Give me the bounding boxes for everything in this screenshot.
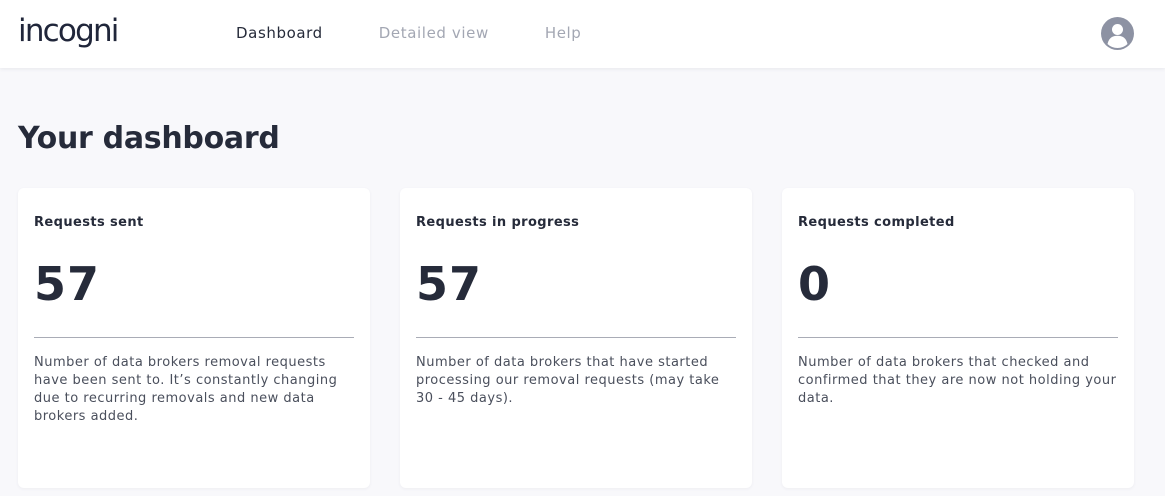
user-avatar-icon[interactable] [1101,17,1134,50]
card-value: 0 [798,257,832,311]
card-description: Number of data brokers removal requests … [34,355,338,424]
main-nav: Dashboard Detailed view Help [236,24,637,42]
card-title: Requests sent [34,215,144,230]
nav-dashboard[interactable]: Dashboard [236,24,323,42]
incogni-logo[interactable]: incogni [18,13,119,49]
requests-completed-card: Requests completed 0 Number of data brok… [782,188,1134,488]
card-divider [416,337,736,338]
requests-in-progress-card: Requests in progress 57 Number of data b… [400,188,752,488]
card-description: Number of data brokers that have started… [416,355,720,406]
card-divider [34,337,354,338]
page-title: Your dashboard [18,121,280,156]
card-value: 57 [416,257,483,311]
top-navigation-bar: incogni Dashboard Detailed view Help [0,0,1165,68]
nav-help[interactable]: Help [545,24,582,42]
card-description: Number of data brokers that checked and … [798,355,1117,406]
card-title: Requests completed [798,215,955,230]
card-divider [798,337,1118,338]
requests-sent-card: Requests sent 57 Number of data brokers … [18,188,370,488]
nav-detailed-view[interactable]: Detailed view [379,24,489,42]
card-title: Requests in progress [416,215,580,230]
card-value: 57 [34,257,101,311]
